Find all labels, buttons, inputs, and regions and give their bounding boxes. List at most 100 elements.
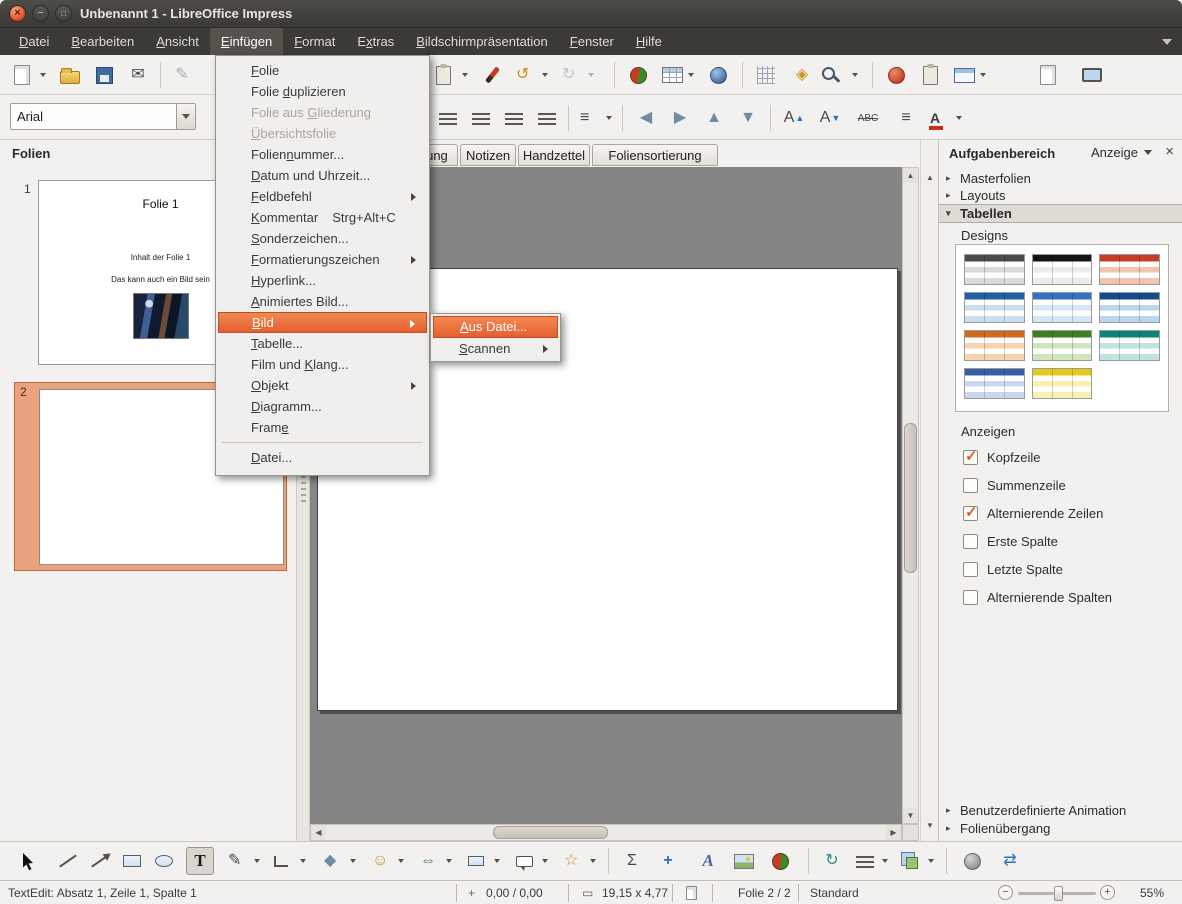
table-design[interactable] — [1099, 292, 1160, 323]
media-gallery-button[interactable] — [624, 61, 652, 89]
checkbox-box[interactable]: ✓ — [963, 450, 978, 465]
menu-item-frame[interactable]: Frame — [218, 417, 427, 438]
hyperlink-button[interactable] — [704, 61, 732, 89]
checkbox-box[interactable] — [963, 590, 978, 605]
section-benutzerdefinierte-animation[interactable]: ▸ Benutzerdefinierte Animation — [939, 802, 1182, 819]
align-center-button[interactable] — [467, 104, 495, 132]
task-pane-close-button[interactable]: × — [1165, 143, 1174, 160]
table-design[interactable] — [964, 254, 1025, 285]
increase-font-button[interactable]: A▲ — [780, 104, 808, 132]
menu-item-datei[interactable]: Datei... — [218, 447, 427, 468]
paste-special-button[interactable] — [916, 61, 944, 89]
redo-button[interactable]: ↻ — [558, 61, 598, 89]
menu-item-folie-aus-gliederung[interactable]: Folie aus Gliederung — [218, 102, 427, 123]
menu-extras[interactable]: Extras — [346, 28, 405, 55]
view-dropdown[interactable]: Anzeige — [1091, 145, 1152, 160]
paste-button[interactable] — [432, 61, 472, 89]
menu-item-bild[interactable]: Bild — [218, 312, 427, 333]
table-design[interactable] — [1032, 292, 1093, 323]
display-grid-button[interactable] — [752, 61, 780, 89]
menu-fenster[interactable]: Fenster — [559, 28, 625, 55]
checkbox-box[interactable] — [963, 478, 978, 493]
demote-button[interactable]: ▶ — [666, 104, 694, 132]
tab-handzettel[interactable]: Handzettel — [518, 144, 590, 166]
curve-tool[interactable]: ✎ — [224, 847, 264, 875]
glue-points-button[interactable]: + — [654, 847, 682, 875]
zoom-percentage[interactable]: 55% — [1140, 886, 1164, 900]
tab-foliensortierung[interactable]: Foliensortierung — [592, 144, 718, 166]
deck-scroll-up-icon[interactable]: ▲ — [922, 170, 938, 185]
section-masterfolien[interactable]: ▸ Masterfolien — [939, 170, 1182, 187]
save-button[interactable] — [90, 61, 118, 89]
gallery-button[interactable] — [882, 61, 910, 89]
new-window-button[interactable] — [950, 61, 990, 89]
scroll-down-icon[interactable]: ▼ — [903, 808, 918, 823]
section-layouts[interactable]: ▸ Layouts — [939, 187, 1182, 204]
table-design[interactable] — [964, 292, 1025, 323]
checkbox-box[interactable] — [963, 562, 978, 577]
table-design[interactable] — [1032, 330, 1093, 361]
menu-bildschirmpraesentation[interactable]: Bildschirmpräsentation — [405, 28, 559, 55]
zoom-slider-thumb[interactable] — [1054, 886, 1063, 901]
menu-format[interactable]: Format — [283, 28, 346, 55]
table-design[interactable] — [964, 368, 1025, 399]
menu-item-animiertes-bild[interactable]: Animiertes Bild... — [218, 291, 427, 312]
templates-button[interactable] — [1034, 61, 1062, 89]
arrange-button[interactable] — [898, 847, 938, 875]
checkbox-kopfzeile[interactable]: ✓ Kopfzeile — [963, 448, 1040, 466]
interaction-button[interactable]: ⇄ — [996, 847, 1024, 875]
menu-item-folie-duplizieren[interactable]: Folie duplizieren — [218, 81, 427, 102]
edit-file-button[interactable]: ✎ — [168, 61, 196, 89]
alignment-button[interactable] — [852, 847, 892, 875]
table-design[interactable] — [1099, 330, 1160, 361]
menu-item-kommentar[interactable]: KommentarStrg+Alt+C — [218, 207, 427, 228]
checkbox-box[interactable] — [963, 534, 978, 549]
strikethrough-button[interactable]: ABC — [854, 104, 882, 132]
rectangle-tool[interactable] — [118, 847, 146, 875]
open-button[interactable] — [56, 61, 84, 89]
horizontal-scrollbar[interactable]: ◀ ▶ — [310, 824, 902, 841]
move-up-button[interactable]: ▲ — [700, 104, 728, 132]
deck-scroll-down-icon[interactable]: ▼ — [922, 818, 938, 833]
menu-hilfe[interactable]: Hilfe — [625, 28, 673, 55]
stars-tool[interactable]: ☆ — [560, 847, 600, 875]
checkbox-alternierende-spalten[interactable]: Alternierende Spalten — [963, 588, 1112, 606]
menu-item-datum-und-uhrzeit[interactable]: Datum und Uhrzeit... — [218, 165, 427, 186]
menu-einfuegen[interactable]: Einfügen — [210, 28, 283, 55]
new-document-button[interactable] — [10, 61, 50, 89]
navigator-button[interactable]: ◈ — [788, 61, 816, 89]
clone-formatting-button[interactable] — [478, 61, 506, 89]
section-tabellen[interactable]: ▾ Tabellen — [939, 204, 1182, 223]
callouts-tool[interactable] — [512, 847, 552, 875]
menubar-chevron-icon[interactable] — [1162, 39, 1172, 45]
menu-item-objekt[interactable]: Objekt — [218, 375, 427, 396]
menu-item-foliennummer[interactable]: Foliennummer... — [218, 144, 427, 165]
menu-bearbeiten[interactable]: Bearbeiten — [60, 28, 145, 55]
window-maximize-button[interactable]: □ — [55, 5, 72, 22]
insert-table-button[interactable] — [658, 61, 698, 89]
window-close-button[interactable]: × — [9, 5, 26, 22]
submenu-item-aus-datei[interactable]: Aus Datei... — [433, 316, 558, 338]
flowchart-tool[interactable] — [464, 847, 504, 875]
menu-item-folie[interactable]: Folie — [218, 60, 427, 81]
menu-item-uebersichtsfolie[interactable]: Übersichtsfolie — [218, 123, 427, 144]
table-design[interactable] — [1032, 254, 1093, 285]
line-tool[interactable] — [54, 847, 82, 875]
list-button[interactable]: ≡ — [892, 104, 920, 132]
undo-button[interactable]: ↺ — [512, 61, 552, 89]
decrease-font-button[interactable]: A▼ — [816, 104, 844, 132]
extrusion-button[interactable] — [958, 847, 986, 875]
section-folienuebergang[interactable]: ▸ Folienübergang — [939, 820, 1182, 837]
window-minimize-button[interactable]: − — [32, 5, 49, 22]
menu-item-hyperlink[interactable]: Hyperlink... — [218, 270, 427, 291]
menu-datei[interactable]: Datei — [8, 28, 60, 55]
checkbox-letzte-spalte[interactable]: Letzte Spalte — [963, 560, 1063, 578]
menu-item-film-und-klang[interactable]: Film und Klang... — [218, 354, 427, 375]
menu-item-sonderzeichen[interactable]: Sonderzeichen... — [218, 228, 427, 249]
zoom-button[interactable] — [822, 61, 862, 89]
select-tool[interactable] — [14, 847, 42, 875]
block-arrows-tool[interactable]: ⇔ — [416, 847, 456, 875]
zoom-in-button[interactable]: + — [1100, 885, 1115, 900]
basic-shapes-tool[interactable]: ◆ — [320, 847, 360, 875]
table-design[interactable] — [1032, 368, 1093, 399]
